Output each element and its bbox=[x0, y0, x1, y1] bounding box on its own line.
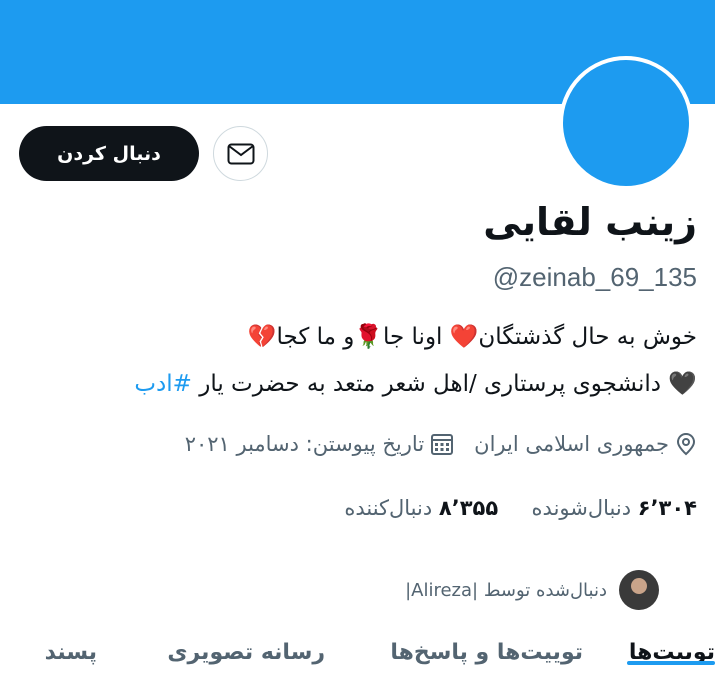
profile-meta: جمهوری اسلامی ایران تاریخ پیوستن: دسامبر… bbox=[185, 432, 697, 456]
bio-hashtag-link[interactable]: #ادب bbox=[134, 371, 192, 397]
bio-text: 🖤 دانشجوی پرستاری /اهل شعر متعد به حضرت … bbox=[191, 371, 697, 397]
bio-line-2: 🖤 دانشجوی پرستاری /اهل شعر متعد به حضرت … bbox=[7, 370, 697, 397]
followed-by[interactable]: دنبال‌شده توسط |Alireza| bbox=[405, 570, 659, 610]
bio-line-1: خوش به حال گذشتگان❤️ اونا جا🌹و ما کجا💔 bbox=[247, 324, 697, 350]
profile-name: زینب لقایی bbox=[483, 200, 697, 244]
profile-tabs: توییت‌ها توییت‌ها و پاسخ‌ها رسانه تصویری… bbox=[0, 640, 715, 699]
location-text: جمهوری اسلامی ایران bbox=[474, 432, 669, 456]
active-tab-indicator bbox=[627, 661, 715, 665]
message-button[interactable] bbox=[213, 126, 268, 181]
followed-by-text: دنبال‌شده توسط |Alireza| bbox=[405, 579, 607, 601]
following-count: ۶٬۳۰۴ bbox=[637, 496, 697, 520]
tab-likes[interactable]: پسند bbox=[45, 640, 97, 665]
following-label: دنبال‌شونده bbox=[531, 496, 632, 520]
profile-stats: ۶٬۳۰۴ دنبال‌شونده ۸٬۳۵۵ دنبال‌کننده bbox=[344, 496, 697, 520]
envelope-icon bbox=[227, 143, 254, 164]
tab-tweets[interactable]: توییت‌ها bbox=[627, 640, 715, 665]
follower-avatar bbox=[619, 570, 659, 610]
following-link[interactable]: ۶٬۳۰۴ دنبال‌شونده bbox=[532, 496, 697, 520]
tab-tweets-replies[interactable]: توییت‌ها و پاسخ‌ها bbox=[390, 640, 583, 665]
followers-link[interactable]: ۸٬۳۵۵ دنبال‌کننده bbox=[344, 496, 498, 520]
followers-count: ۸٬۳۵۵ bbox=[438, 496, 499, 520]
followers-label: دنبال‌کننده bbox=[344, 496, 433, 520]
calendar-icon bbox=[431, 434, 454, 455]
profile-handle: @zeinab_69_135 bbox=[492, 262, 697, 292]
join-date: تاریخ پیوستن: دسامبر ۲۰۲۱ bbox=[184, 432, 425, 456]
location-pin-icon bbox=[676, 432, 696, 456]
profile-avatar[interactable] bbox=[559, 56, 693, 190]
follow-button[interactable]: دنبال کردن bbox=[19, 126, 199, 181]
tab-media[interactable]: رسانه تصویری bbox=[167, 640, 325, 665]
